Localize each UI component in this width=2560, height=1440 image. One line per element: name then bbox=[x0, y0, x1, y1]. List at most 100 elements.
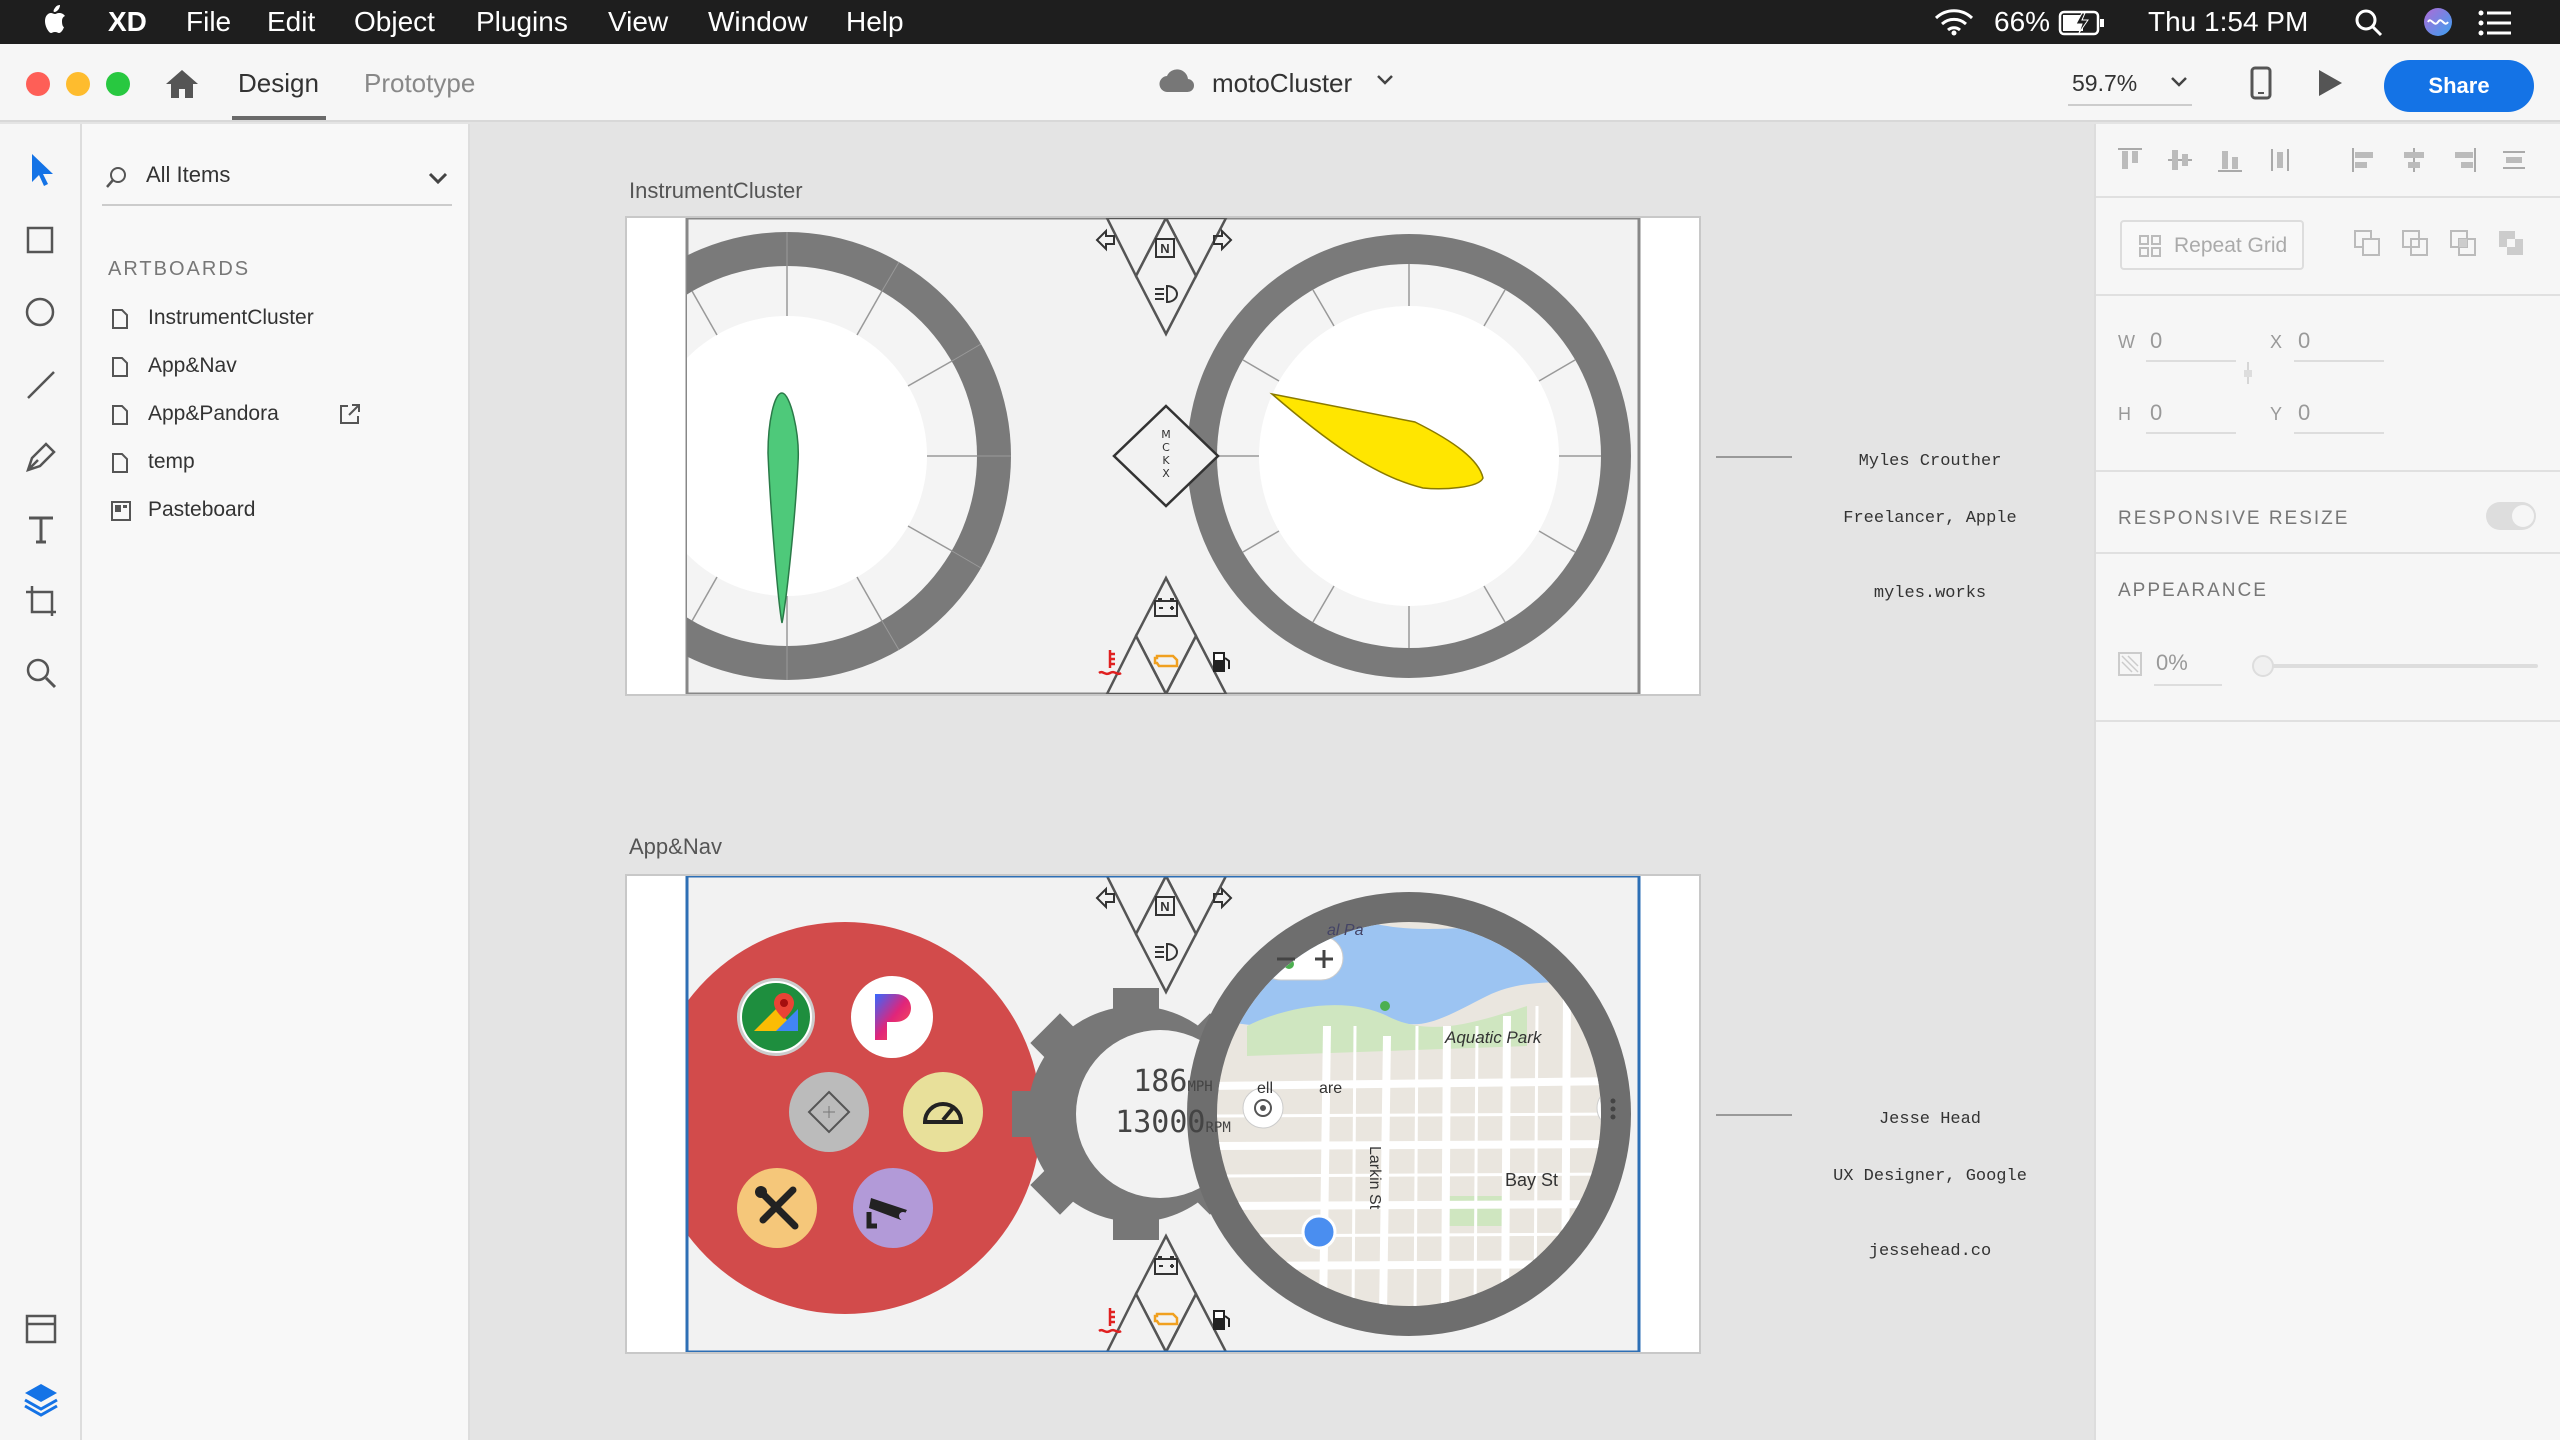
map-zoom-out-icon[interactable] bbox=[1273, 946, 1299, 972]
fuel-icon bbox=[1213, 1310, 1230, 1330]
chevron-down-icon[interactable] bbox=[428, 172, 448, 186]
layer-item-temp[interactable]: temp bbox=[108, 444, 438, 484]
zoom-underline bbox=[2068, 104, 2192, 106]
center-logo: M C K X bbox=[1151, 428, 1181, 486]
artboard-instrumentcluster[interactable]: N M C K X bbox=[625, 216, 1701, 696]
align-center-icon[interactable] bbox=[2400, 146, 2428, 174]
zoom-level[interactable]: 59.7% bbox=[2072, 70, 2137, 97]
check-engine-icon bbox=[1153, 654, 1179, 668]
layer-item-instrumentcluster[interactable]: InstrumentCluster bbox=[108, 300, 438, 340]
gauges-app-icon[interactable] bbox=[903, 1072, 983, 1152]
credit-block-1[interactable]: Myles Crouther Freelancer, Apple myles.w… bbox=[1812, 414, 2048, 641]
minimize-window-button[interactable] bbox=[66, 72, 90, 96]
text-tool-icon[interactable] bbox=[20, 508, 62, 550]
layers-panel-icon[interactable] bbox=[20, 1378, 62, 1420]
responsive-resize-toggle[interactable] bbox=[2486, 502, 2536, 530]
pen-tool-icon[interactable] bbox=[20, 436, 62, 478]
apple-icon[interactable] bbox=[40, 2, 70, 38]
battery-percent: 66% bbox=[1994, 6, 2051, 37]
layer-label: App&Pandora bbox=[148, 402, 279, 425]
filter-label[interactable]: All Items bbox=[146, 162, 230, 188]
active-tab-indicator bbox=[232, 116, 326, 120]
align-right-icon[interactable] bbox=[2450, 146, 2478, 174]
device-preview-icon[interactable] bbox=[2250, 66, 2272, 100]
zoom-tool-icon[interactable] bbox=[20, 652, 62, 694]
camera-app-icon[interactable] bbox=[853, 1168, 933, 1248]
menu-view[interactable]: View bbox=[608, 6, 668, 38]
property-inspector: Repeat Grid W 0 X 0 H 0 Y 0 RESPONSIVE R… bbox=[2094, 124, 2560, 1440]
menu-edit[interactable]: Edit bbox=[267, 6, 315, 38]
design-canvas[interactable]: InstrumentCluster N M C K X Myles Crouth… bbox=[470, 124, 2094, 1440]
wifi-icon[interactable] bbox=[1934, 8, 1974, 36]
repeat-grid-button[interactable]: Repeat Grid bbox=[2120, 220, 2304, 270]
speedometer-icon bbox=[922, 1102, 964, 1124]
select-tool-icon[interactable] bbox=[20, 148, 62, 190]
artboard-tool-icon[interactable] bbox=[20, 580, 62, 622]
boolean-intersect-icon[interactable] bbox=[2448, 228, 2478, 258]
close-window-button[interactable] bbox=[26, 72, 50, 96]
artboard-icon bbox=[112, 357, 128, 377]
document-title[interactable]: motoCluster bbox=[1212, 68, 1352, 99]
siri-icon[interactable] bbox=[2422, 6, 2454, 38]
battery-charging-icon[interactable] bbox=[2058, 10, 2106, 36]
boolean-exclude-icon[interactable] bbox=[2496, 228, 2526, 258]
line-tool-icon[interactable] bbox=[20, 364, 62, 406]
external-link-icon[interactable] bbox=[338, 402, 362, 426]
rectangle-tool-icon[interactable] bbox=[20, 220, 62, 262]
align-left-icon[interactable] bbox=[2350, 146, 2378, 174]
layer-item-apppandora[interactable]: App&Pandora bbox=[108, 396, 438, 436]
distribute-horizontal-icon[interactable] bbox=[2266, 146, 2294, 174]
notification-center-icon[interactable] bbox=[2478, 10, 2512, 36]
artboard-appnav[interactable]: 186MPH 13000RPM al Pa Aquatic Park ell a… bbox=[625, 874, 1701, 1354]
wrench-screwdriver-icon bbox=[755, 1186, 799, 1230]
share-button[interactable]: Share bbox=[2384, 60, 2534, 112]
artboard-icon bbox=[112, 405, 128, 425]
height-input[interactable]: 0 bbox=[2150, 400, 2162, 426]
menu-plugins[interactable]: Plugins bbox=[476, 6, 568, 38]
x-input[interactable]: 0 bbox=[2298, 328, 2310, 354]
opacity-slider-knob[interactable] bbox=[2252, 655, 2274, 677]
layer-item-pasteboard[interactable]: Pasteboard bbox=[108, 492, 438, 532]
artboard-title-instrumentcluster[interactable]: InstrumentCluster bbox=[629, 178, 803, 204]
credit-site: myles.works bbox=[1873, 584, 1987, 603]
menu-window[interactable]: Window bbox=[708, 6, 808, 38]
tools-app-icon[interactable] bbox=[737, 1168, 817, 1248]
tab-prototype[interactable]: Prototype bbox=[364, 68, 475, 99]
boolean-add-icon[interactable] bbox=[2352, 228, 2382, 258]
artboard-title-appnav[interactable]: App&Nav bbox=[629, 834, 722, 860]
credit-block-2[interactable]: Jesse Head UX Designer, Google jessehead… bbox=[1812, 1072, 2048, 1299]
pandora-app-icon[interactable] bbox=[851, 976, 933, 1058]
menu-object[interactable]: Object bbox=[354, 6, 435, 38]
opacity-slider[interactable] bbox=[2262, 664, 2538, 668]
opacity-input[interactable]: 0% bbox=[2156, 650, 2188, 676]
app-menu[interactable]: XD bbox=[108, 6, 147, 38]
assets-panel-icon[interactable] bbox=[20, 1308, 62, 1350]
menu-file[interactable]: File bbox=[186, 6, 231, 38]
lock-aspect-icon[interactable] bbox=[2242, 360, 2254, 386]
y-input[interactable]: 0 bbox=[2298, 400, 2310, 426]
menu-help[interactable]: Help bbox=[846, 6, 904, 38]
cluster-app-icon[interactable] bbox=[789, 1072, 869, 1152]
align-top-icon[interactable] bbox=[2116, 146, 2144, 174]
chevron-down-icon[interactable] bbox=[1376, 74, 1394, 86]
align-middle-icon[interactable] bbox=[2166, 146, 2194, 174]
home-icon[interactable] bbox=[164, 68, 200, 100]
zoom-chevron-down-icon[interactable] bbox=[2170, 76, 2188, 88]
boolean-subtract-icon[interactable] bbox=[2400, 228, 2430, 258]
map-more-icon[interactable] bbox=[1607, 1096, 1619, 1122]
ellipse-tool-icon[interactable] bbox=[20, 292, 62, 334]
google-maps-app-icon[interactable] bbox=[737, 978, 815, 1056]
layer-item-appnav[interactable]: App&Nav bbox=[108, 348, 438, 388]
play-preview-icon[interactable] bbox=[2316, 68, 2344, 98]
align-bottom-icon[interactable] bbox=[2216, 146, 2244, 174]
credit-name: Myles Crouther bbox=[1858, 452, 2002, 471]
layer-label: App&Nav bbox=[148, 354, 237, 377]
spotlight-search-icon[interactable] bbox=[2354, 8, 2384, 38]
menubar-clock[interactable]: Thu 1:54 PM bbox=[2148, 6, 2308, 38]
map-zoom-in-icon[interactable] bbox=[1311, 946, 1337, 972]
tool-bar bbox=[0, 124, 82, 1440]
tab-design[interactable]: Design bbox=[238, 68, 319, 99]
zoom-window-button[interactable] bbox=[106, 72, 130, 96]
width-input[interactable]: 0 bbox=[2150, 328, 2162, 354]
distribute-vertical-icon[interactable] bbox=[2500, 146, 2528, 174]
